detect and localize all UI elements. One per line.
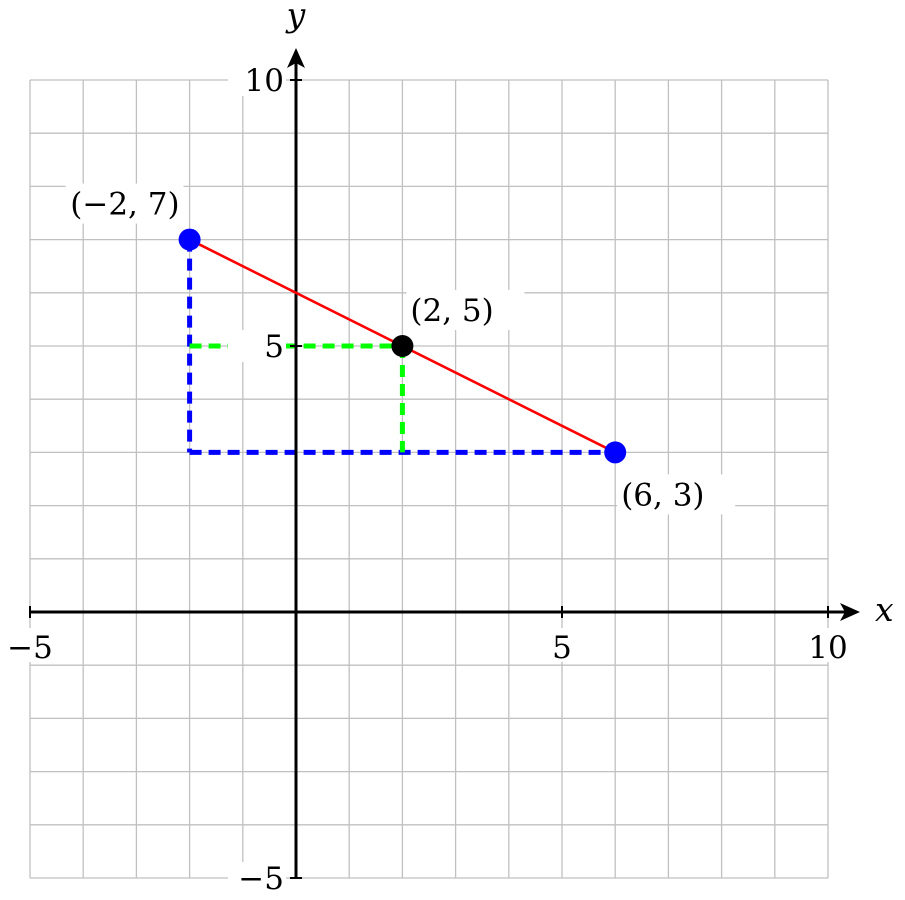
point-label: (2, 5) — [410, 293, 493, 329]
data-point — [178, 228, 201, 251]
x-tick-label: 10 — [808, 630, 847, 666]
point-label: (−2, 7) — [70, 187, 179, 223]
y-axis-label: y — [285, 0, 306, 34]
coordinate-plane: x y −5 5 10 −5 5 10 (−2, 7) (6, 3) (2, 5) — [2, 0, 894, 897]
x-axis-label: x — [875, 590, 894, 629]
y-tick-label: −5 — [238, 861, 284, 897]
point-label: (6, 3) — [621, 477, 704, 513]
axes: x y — [30, 0, 894, 878]
x-tick-label: −5 — [7, 630, 53, 666]
x-tick-label: 5 — [552, 630, 572, 666]
y-tick-label: 5 — [264, 329, 284, 365]
data-point — [391, 335, 414, 357]
data-point — [604, 441, 627, 464]
y-tick-label: 10 — [245, 63, 284, 99]
